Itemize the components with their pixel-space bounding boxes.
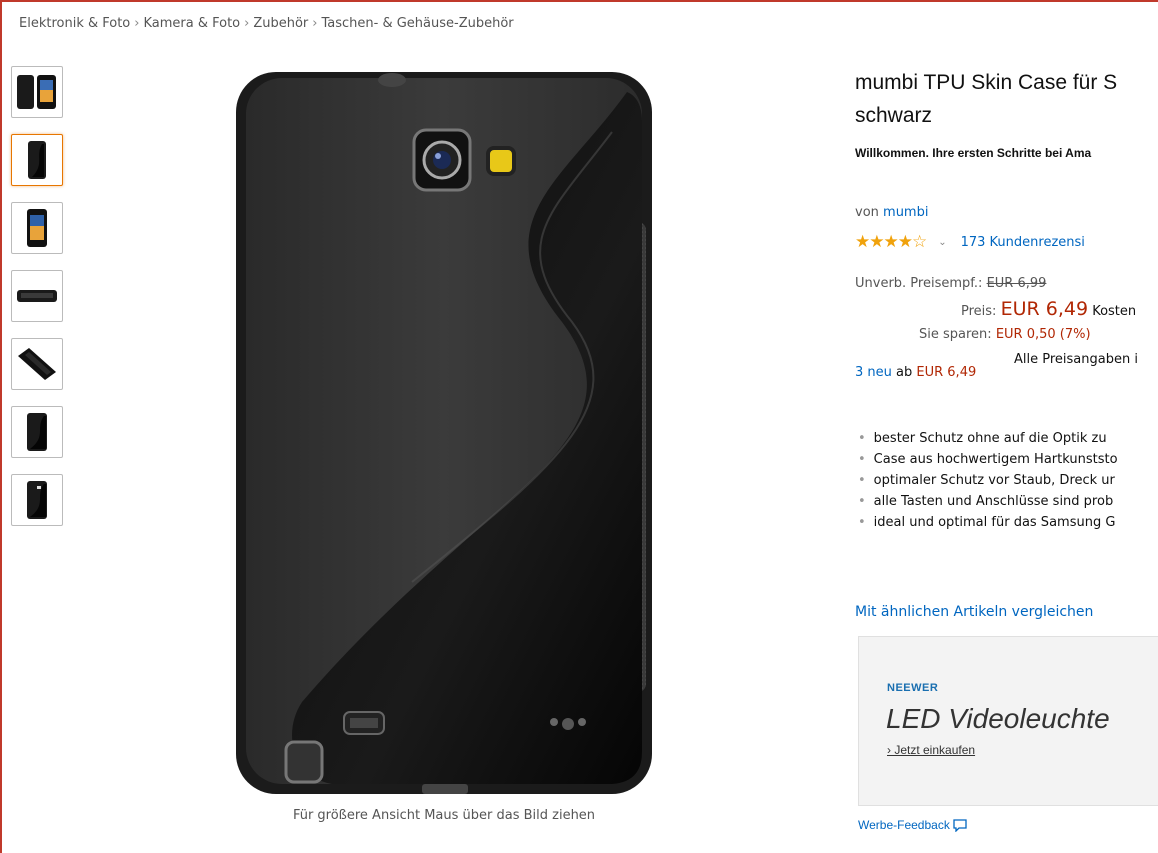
thumbnail-1[interactable] [11, 66, 63, 118]
thumbnail-5[interactable] [11, 338, 63, 390]
offers-row: 3 neu ab EUR 6,49 [855, 365, 976, 380]
breadcrumb-separator: › [244, 16, 250, 31]
ad-shop-now-link[interactable]: › Jetzt einkaufen [887, 743, 975, 757]
ad-headline: LED Videoleuchte [886, 703, 1110, 734]
new-offers-link[interactable]: 3 neu [855, 365, 892, 380]
savings-value: EUR 0,50 (7%) [995, 327, 1091, 342]
price-label: Preis: [961, 304, 997, 319]
thumbnail-strip [11, 66, 63, 542]
thumbnail-image [27, 413, 47, 451]
brand-link[interactable]: mumbi [883, 205, 928, 220]
bullet-text: Case aus hochwertigem Hartkunststo [873, 452, 1118, 467]
list-item: • ideal und optimal für das Samsung G [858, 512, 1118, 533]
price-row: Preis: EUR 6,49 Kosten [961, 298, 1136, 320]
thumbnail-4[interactable] [11, 270, 63, 322]
bullet-text: ideal und optimal für das Samsung G [873, 515, 1116, 530]
bullet-dot: • [858, 494, 866, 509]
offers-price: EUR 6,49 [916, 365, 977, 380]
breadcrumb-taschen[interactable]: Taschen- & Gehäuse-Zubehör [321, 16, 513, 31]
chevron-down-icon[interactable]: ⌄ [938, 237, 946, 248]
rating-row: ★★★★☆ ⌄ 173 Kundenrezensi [855, 232, 1085, 252]
bullet-dot: • [858, 452, 866, 467]
compare-link[interactable]: Mit ähnlichen Artikeln vergleichen [855, 604, 1093, 620]
price-suffix: Kosten [1092, 304, 1137, 319]
bullet-dot: • [858, 431, 866, 446]
breadcrumb: Elektronik & Foto › Kamera & Foto › Zubehör ›… [19, 16, 514, 31]
thumbnail-image [27, 209, 47, 247]
bullet-text: bester Schutz ohne auf die Optik zu [873, 431, 1107, 446]
bullet-dot: • [858, 515, 866, 530]
breadcrumb-separator: › [312, 16, 318, 31]
main-product-image[interactable] [232, 62, 656, 797]
phone-case-image [236, 72, 652, 794]
list-item: • alle Tasten und Anschlüsse sind prob [858, 491, 1118, 512]
product-title-line2: schwarz [855, 104, 933, 127]
price-note: Alle Preisangaben i [1014, 352, 1138, 367]
breadcrumb-elektronik[interactable]: Elektronik & Foto [19, 16, 130, 31]
thumbnail-image [18, 348, 56, 380]
product-title: mumbi TPU Skin Case für S schwarz [855, 66, 1158, 132]
breadcrumb-kamera[interactable]: Kamera & Foto [143, 16, 240, 31]
feature-bullets: • bester Schutz ohne auf die Optik zu • Ca… [858, 428, 1118, 533]
list-item: • Case aus hochwertigem Hartkunststo [858, 449, 1118, 470]
thumbnail-image [17, 290, 57, 302]
reviews-link[interactable]: 173 Kundenrezensi [961, 235, 1085, 250]
price-value: EUR 6,49 [1000, 298, 1089, 320]
ad-brand: NEEWER [887, 682, 939, 694]
brand-byline: von mumbi [855, 205, 928, 220]
bullet-text: optimaler Schutz vor Staub, Dreck ur [873, 473, 1115, 488]
list-price-label: Unverb. Preisempf.: [855, 276, 983, 291]
bullet-text: alle Tasten und Anschlüsse sind prob [873, 494, 1114, 509]
thumbnail-image [28, 141, 46, 179]
savings-label: Sie sparen: [919, 327, 992, 342]
ad-feedback-label: Werbe-Feedback [858, 818, 950, 832]
speech-bubble-icon [953, 819, 967, 833]
bullet-dot: • [858, 473, 866, 488]
savings-row: Sie sparen: EUR 0,50 (7%) [919, 327, 1091, 342]
list-item: • optimaler Schutz vor Staub, Dreck ur [858, 470, 1118, 491]
welcome-banner[interactable]: Willkommen. Ihre ersten Schritte bei Ama [855, 146, 1091, 160]
sponsored-ad[interactable]: NEEWER LED Videoleuchte › Jetzt einkaufe… [858, 636, 1158, 806]
thumbnail-2[interactable] [11, 134, 63, 186]
thumbnail-6[interactable] [11, 406, 63, 458]
image-zoom-hint: Für größere Ansicht Maus über das Bild z… [292, 808, 596, 823]
ad-feedback-link[interactable]: Werbe-Feedback [858, 818, 967, 833]
by-prefix: von [855, 205, 879, 220]
list-item: • bester Schutz ohne auf die Optik zu [858, 428, 1118, 449]
thumbnail-3[interactable] [11, 202, 63, 254]
breadcrumb-separator: › [134, 16, 140, 31]
list-price-value: EUR 6,99 [986, 276, 1047, 291]
breadcrumb-zubehoer[interactable]: Zubehör [253, 16, 308, 31]
thumbnail-image [17, 75, 56, 109]
star-rating-icon[interactable]: ★★★★☆ [855, 232, 927, 252]
offers-from: ab [896, 365, 913, 380]
thumbnail-image [27, 481, 47, 519]
thumbnail-7[interactable] [11, 474, 63, 526]
product-title-line1: mumbi TPU Skin Case für S [855, 71, 1118, 94]
list-price-row: Unverb. Preisempf.: EUR 6,99 [855, 276, 1046, 291]
